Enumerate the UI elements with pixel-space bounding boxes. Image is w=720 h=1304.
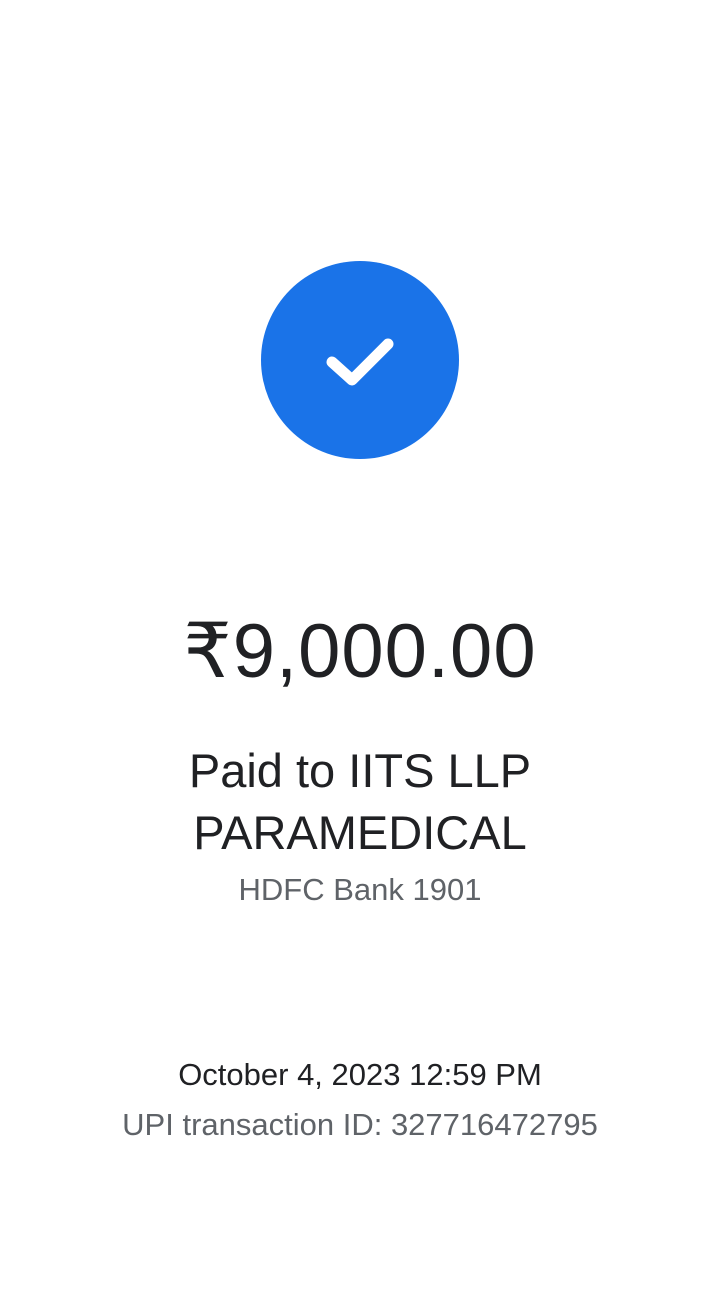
bank-account: HDFC Bank 1901	[238, 872, 482, 907]
payment-amount: ₹9,000.00	[183, 609, 537, 694]
payee-name: Paid to IITS LLP PARAMEDICAL	[188, 744, 532, 859]
check-icon	[326, 338, 394, 386]
transaction-datetime: October 4, 2023 12:59 PM	[178, 1057, 542, 1092]
upi-transaction-id: UPI transaction ID: 327716472795	[122, 1107, 598, 1142]
success-status-badge	[261, 261, 459, 459]
